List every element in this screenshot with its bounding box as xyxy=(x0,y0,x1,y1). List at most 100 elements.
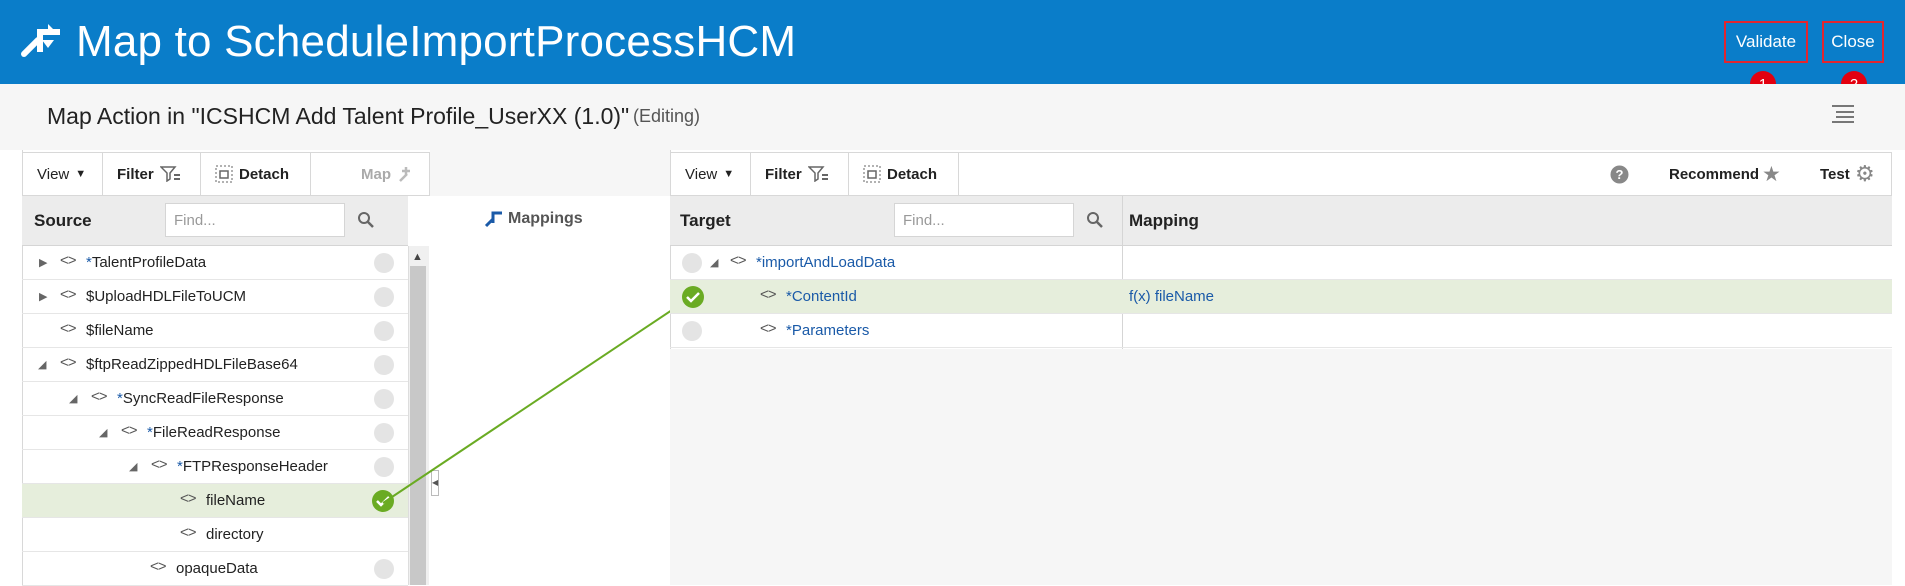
tree-node-label: fileName xyxy=(206,492,266,509)
tree-node-label: importAndLoadData xyxy=(761,254,896,271)
mappings-icon xyxy=(484,211,502,228)
map-action-icon xyxy=(21,24,60,57)
tree-node-label: $UploadHDLFileToUCM xyxy=(86,288,247,305)
collapse-triangle-icon[interactable]: ◢ xyxy=(69,392,77,405)
source-header-label: Source xyxy=(34,211,92,230)
source-view-menu[interactable]: View ▼ xyxy=(23,153,103,195)
detach-icon xyxy=(215,165,233,183)
recommend-label[interactable]: Recommend xyxy=(1669,166,1759,183)
page-title: Map to ScheduleImportProcessHCM xyxy=(76,17,797,66)
mapping-status-circle xyxy=(682,253,702,273)
search-icon[interactable] xyxy=(357,211,375,229)
target-tree: ◢ <> *importAndLoadData <> *ContentId f(… xyxy=(670,246,1892,349)
mapping-header-label: Mapping xyxy=(1129,211,1199,230)
filter-label: Filter xyxy=(117,165,154,183)
hamburger-menu-icon[interactable] xyxy=(1832,104,1854,124)
mapping-status-circle xyxy=(374,253,394,273)
close-button[interactable]: Close xyxy=(1822,21,1884,63)
caret-down-icon: ▼ xyxy=(723,168,735,180)
target-empty-area xyxy=(670,349,1892,585)
mappings-canvas xyxy=(430,246,670,585)
tree-row[interactable]: <> opaqueData xyxy=(22,552,408,586)
mapping-status-circle xyxy=(374,321,394,341)
editing-status: (Editing) xyxy=(633,106,701,126)
tree-row[interactable]: <> *Parameters xyxy=(670,314,1892,348)
source-find-input[interactable]: Find... xyxy=(165,203,345,237)
target-detach-button[interactable]: Detach xyxy=(849,153,959,195)
mapping-expression[interactable]: f(x) fileName xyxy=(1129,288,1214,305)
mapping-status-circle xyxy=(682,321,702,341)
scrollbar-thumb[interactable] xyxy=(410,266,426,585)
element-code-icon: <> xyxy=(60,286,77,303)
source-tree: ▶ <> *TalentProfileData ▶ <> $UploadHDLF… xyxy=(22,246,408,586)
element-code-icon: <> xyxy=(91,388,108,405)
target-filter-button[interactable]: Filter xyxy=(751,153,849,195)
element-code-icon: <> xyxy=(180,490,197,507)
tree-node-label: directory xyxy=(206,526,264,543)
target-find-input[interactable]: Find... xyxy=(894,203,1074,237)
target-header-label: Target xyxy=(680,211,731,230)
filter-label: Filter xyxy=(765,165,802,183)
tree-node-label: opaqueData xyxy=(176,560,258,577)
collapse-handle[interactable]: ◀ xyxy=(431,470,439,496)
mapping-status-circle xyxy=(374,287,394,307)
expand-triangle-icon[interactable]: ▶ xyxy=(39,256,47,269)
element-code-icon: <> xyxy=(121,422,138,439)
element-code-icon: <> xyxy=(730,252,747,269)
tree-row[interactable]: ◢ <> *FileReadResponse xyxy=(22,416,408,450)
element-code-icon: <> xyxy=(150,558,167,575)
tree-row-selected[interactable]: <> fileName xyxy=(22,484,408,518)
view-label: View xyxy=(37,165,70,183)
source-detach-button[interactable]: Detach xyxy=(201,153,311,195)
tree-node-label: Parameters xyxy=(791,322,870,339)
detach-label: Detach xyxy=(887,165,938,183)
element-code-icon: <> xyxy=(760,320,777,337)
tree-row-selected[interactable]: <> *ContentId f(x) fileName xyxy=(670,280,1892,314)
target-column-header xyxy=(670,196,1892,246)
tree-row[interactable]: ◢ <> *FTPResponseHeader xyxy=(22,450,408,484)
collapse-triangle-icon[interactable]: ◢ xyxy=(99,426,107,439)
mapping-status-circle xyxy=(374,355,394,375)
tree-row[interactable]: ◢ <> $ftpReadZippedHDLFileBase64 xyxy=(22,348,408,382)
element-code-icon: <> xyxy=(60,320,77,337)
caret-down-icon: ▼ xyxy=(75,168,87,180)
collapse-triangle-icon[interactable]: ◢ xyxy=(710,256,718,269)
tree-row[interactable]: ◢ <> *importAndLoadData xyxy=(670,246,1892,280)
mapping-status-circle xyxy=(374,457,394,477)
source-filter-button[interactable]: Filter xyxy=(103,153,201,195)
tree-row[interactable]: ▶ <> *TalentProfileData xyxy=(22,246,408,280)
element-code-icon: <> xyxy=(760,286,777,303)
tree-node-label: ContentId xyxy=(791,288,857,305)
map-plus-icon xyxy=(399,167,410,182)
tree-row[interactable]: ◢ <> *SyncReadFileResponse xyxy=(22,382,408,416)
element-code-icon: <> xyxy=(151,456,168,473)
filter-icon xyxy=(159,166,180,182)
tree-row[interactable]: <> directory xyxy=(22,518,408,552)
mapping-status-circle xyxy=(374,389,394,409)
help-icon[interactable]: ? xyxy=(1610,165,1629,184)
validate-button[interactable]: Validate xyxy=(1724,21,1808,63)
element-code-icon: <> xyxy=(60,354,77,371)
star-icon[interactable]: ★ xyxy=(1762,162,1781,187)
tree-node-label: SyncReadFileResponse xyxy=(122,390,284,407)
map-action-title: Map Action in "ICSHCM Add Talent Profile… xyxy=(47,103,630,129)
tree-node-label: TalentProfileData xyxy=(91,254,207,271)
search-icon[interactable] xyxy=(1086,211,1104,229)
map-label: Map xyxy=(361,165,391,183)
detach-label: Detach xyxy=(239,165,290,183)
test-label[interactable]: Test xyxy=(1820,166,1850,183)
mapping-status-circle xyxy=(374,559,394,579)
collapse-triangle-icon[interactable]: ◢ xyxy=(129,460,137,473)
tree-row[interactable]: ▶ <> $UploadHDLFileToUCM xyxy=(22,280,408,314)
detach-icon xyxy=(863,165,881,183)
gear-icon[interactable]: ⚙ xyxy=(1855,161,1875,187)
tree-node-label: $fileName xyxy=(86,322,154,339)
check-icon xyxy=(372,490,394,512)
collapse-triangle-icon[interactable]: ◢ xyxy=(38,358,46,371)
expand-triangle-icon[interactable]: ▶ xyxy=(39,290,47,303)
tree-row[interactable]: <> $fileName xyxy=(22,314,408,348)
scroll-up-icon[interactable]: ▲ xyxy=(412,251,423,263)
source-map-button[interactable]: Map xyxy=(311,153,429,195)
mappings-label: Mappings xyxy=(508,210,583,227)
target-view-menu[interactable]: View ▼ xyxy=(671,153,751,195)
